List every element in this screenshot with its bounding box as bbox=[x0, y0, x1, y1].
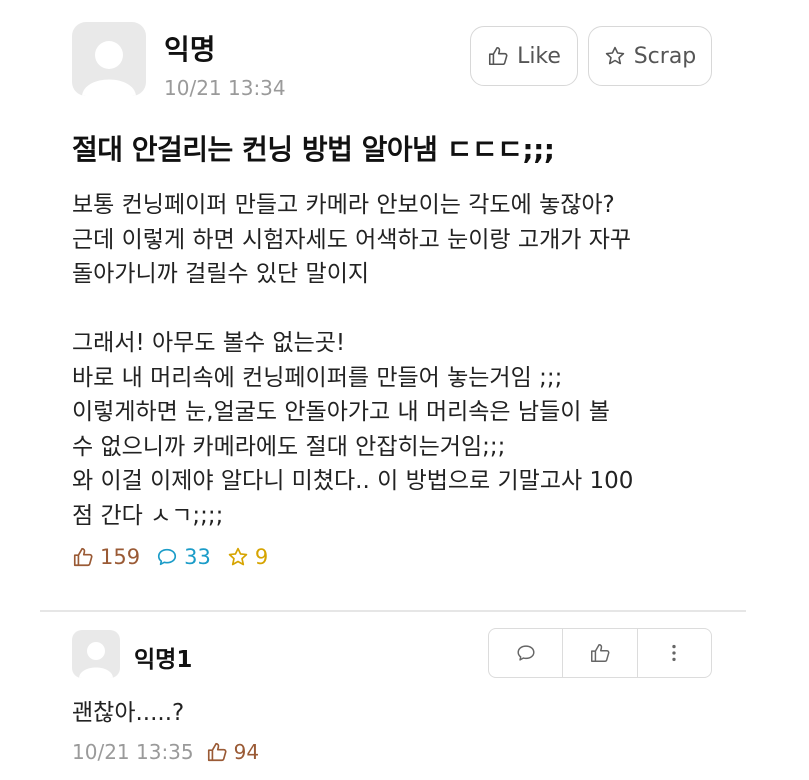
post-timestamp: 10/21 13:34 bbox=[164, 76, 286, 100]
vertical-dots-icon bbox=[672, 644, 676, 662]
post-author-avatar bbox=[72, 22, 146, 96]
like-button[interactable]: Like bbox=[470, 26, 578, 86]
post-body: 보통 컨닝페이퍼 만들고 카메라 안보이는 각도에 놓잖아? 근데 이렇게 하면… bbox=[72, 192, 634, 529]
thumbs-up-icon bbox=[73, 547, 93, 567]
comment-like-stat: 94 bbox=[206, 740, 259, 764]
speech-bubble-icon bbox=[158, 548, 177, 566]
post-comment-count: 33 bbox=[184, 545, 211, 569]
user-silhouette-icon bbox=[82, 41, 136, 96]
post-like-count: 159 bbox=[100, 545, 141, 569]
comment-text: 괜찮아.....? bbox=[72, 700, 185, 726]
thumbs-up-icon bbox=[207, 742, 227, 762]
reply-button[interactable] bbox=[489, 629, 562, 677]
user-silhouette-icon bbox=[79, 642, 113, 678]
comment-timestamp: 10/21 13:35 bbox=[72, 740, 194, 764]
post-author-name: 익명 bbox=[164, 33, 216, 66]
star-icon bbox=[605, 46, 624, 65]
comment-author-avatar bbox=[72, 630, 120, 678]
thumbs-up-icon bbox=[591, 644, 610, 662]
post-comment-stat: 33 bbox=[156, 545, 211, 569]
comment-toolbar bbox=[488, 628, 712, 678]
star-icon bbox=[228, 547, 248, 566]
post-title: 절대 안걸리는 컨닝 방법 알아냄 ㄷㄷㄷ;;; bbox=[72, 133, 555, 166]
comment-author-name: 익명1 bbox=[134, 647, 193, 673]
post-scrap-stat: 9 bbox=[227, 545, 268, 569]
scrap-button-label: Scrap bbox=[633, 43, 697, 69]
comment-meta: 10/21 13:35 94 bbox=[72, 740, 259, 764]
section-divider bbox=[40, 610, 746, 612]
scrap-button[interactable]: Scrap bbox=[588, 26, 712, 86]
post-stats: 159 33 9 bbox=[72, 545, 284, 569]
speech-bubble-icon bbox=[517, 645, 535, 661]
post-like-stat: 159 bbox=[72, 545, 140, 569]
comment-like-button[interactable] bbox=[562, 629, 636, 677]
like-button-label: Like bbox=[517, 43, 561, 69]
post-scrap-count: 9 bbox=[254, 545, 269, 569]
thumbs-up-icon bbox=[489, 46, 508, 66]
comment-more-button[interactable] bbox=[636, 629, 711, 677]
comment-like-count: 94 bbox=[233, 740, 260, 764]
